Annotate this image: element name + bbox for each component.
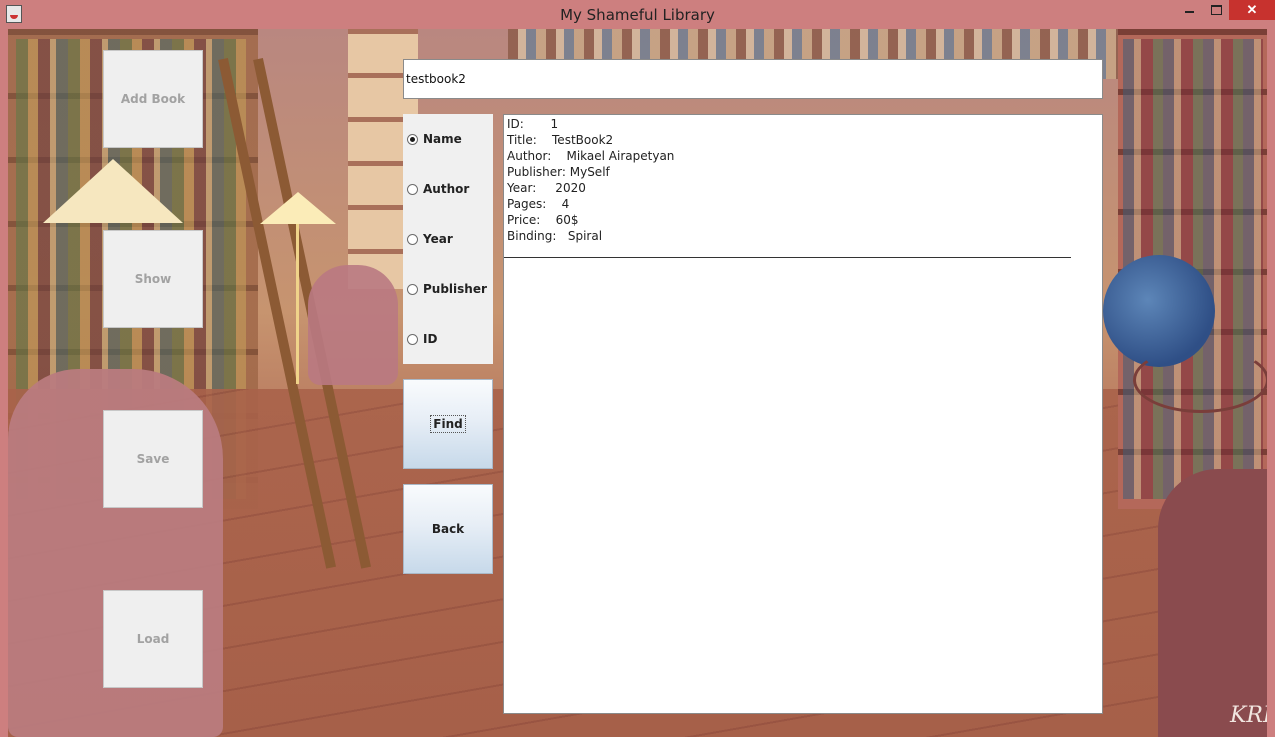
back-button[interactable]: Back [403, 484, 493, 574]
search-result-text-area[interactable]: ID: 1 Title: TestBook2 Author: Mikael Ai… [503, 114, 1103, 714]
radio-id[interactable]: ID [407, 329, 437, 349]
floor-lamp-shade [260, 192, 336, 224]
maximize-icon [1211, 5, 1222, 15]
radio-label: Name [423, 132, 462, 146]
result-line-title: Title: TestBook2 [507, 133, 614, 147]
radio-unselected-icon [407, 183, 418, 195]
radio-label: Year [423, 232, 453, 246]
window-frame-right [1267, 29, 1275, 737]
globe-stand [1133, 347, 1267, 413]
show-button[interactable]: Show [103, 230, 203, 328]
close-icon: ✕ [1246, 2, 1258, 17]
radio-selected-icon [407, 133, 418, 145]
search-by-radio-group: Name Author Year Publisher ID [403, 114, 493, 364]
radio-label: Publisher [423, 282, 487, 296]
minimize-button[interactable] [1176, 0, 1202, 20]
title-bar: My Shameful Library ✕ [0, 0, 1275, 29]
find-button-label: Find [430, 415, 466, 433]
back-button-label: Back [431, 522, 465, 536]
save-button[interactable]: Save [103, 410, 203, 508]
load-button[interactable]: Load [103, 590, 203, 688]
result-line-id: ID: 1 [507, 117, 559, 131]
artist-signature: KRI [1230, 703, 1267, 728]
radio-unselected-icon [407, 283, 418, 295]
result-line-year: Year: 2020 [507, 181, 586, 195]
minimize-icon [1185, 11, 1194, 13]
find-button[interactable]: Find [403, 379, 493, 469]
radio-publisher[interactable]: Publisher [407, 279, 487, 299]
lamp-shade [43, 159, 183, 223]
radio-unselected-icon [407, 233, 418, 245]
result-line-author: Author: Mikael Airapetyan [507, 149, 675, 163]
radio-label: ID [423, 332, 438, 346]
result-line-publisher: Publisher: MySelf [507, 165, 610, 179]
right-armchair [1158, 469, 1267, 737]
radio-name[interactable]: Name [407, 129, 462, 149]
radio-unselected-icon [407, 333, 418, 345]
search-input[interactable]: testbook2 [403, 59, 1103, 99]
add-book-button[interactable]: Add Book [103, 50, 203, 148]
radio-author[interactable]: Author [407, 179, 469, 199]
armchair [308, 265, 398, 385]
maximize-button[interactable] [1203, 0, 1229, 20]
window-frame-left [0, 29, 8, 737]
result-line-pages: Pages: 4 [507, 197, 570, 211]
close-button[interactable]: ✕ [1229, 0, 1275, 20]
window-title: My Shameful Library [560, 6, 715, 24]
result-line-binding: Binding: Spiral [507, 229, 603, 243]
result-separator [504, 257, 1071, 258]
radio-label: Author [423, 182, 470, 196]
radio-year[interactable]: Year [407, 229, 453, 249]
result-line-price: Price: 60$ [507, 213, 579, 227]
floor-lamp-pole [296, 224, 299, 384]
